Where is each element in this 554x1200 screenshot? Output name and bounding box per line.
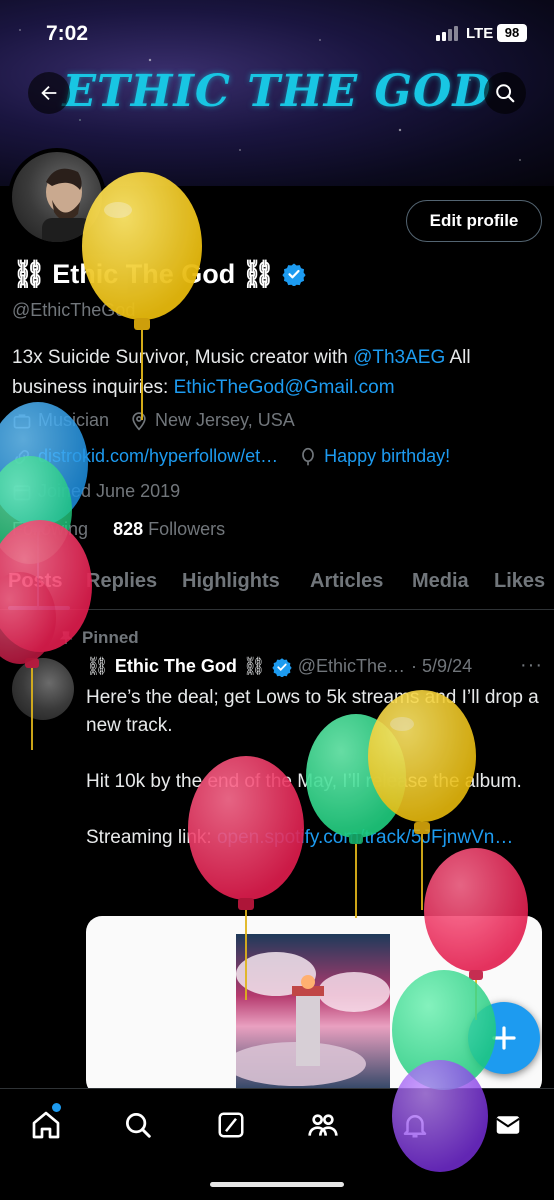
profile-links-row: distrokid.com/hyperfollow/et… Happy birt…: [12, 446, 450, 467]
home-indicator: [210, 1182, 344, 1187]
post-text: Here’s the deal; get Lows to 5k streams …: [86, 684, 541, 852]
nav-grok[interactable]: [211, 1105, 251, 1145]
battery-icon: 98: [497, 24, 527, 42]
nav-notifications[interactable]: [395, 1105, 435, 1145]
bell-icon: [403, 1115, 427, 1138]
calendar-icon: [13, 484, 31, 500]
bio-email-link[interactable]: EthicTheGod@Gmail.com: [174, 377, 395, 398]
bio-mention-link[interactable]: @Th3AEG: [353, 347, 445, 368]
tab-media[interactable]: Media: [412, 570, 469, 593]
post-author-name[interactable]: Ethic The God: [115, 656, 237, 677]
pin-icon: [59, 631, 73, 644]
name-symbol-icon: ⛓: [242, 656, 266, 676]
banner-brand-text: ETHIC THE GOD: [62, 66, 492, 117]
arrow-left-icon: [41, 85, 57, 101]
post-spotify-link[interactable]: open.spotify.com/track/5JFjnwVn…: [217, 827, 513, 848]
nav-home[interactable]: [26, 1105, 66, 1145]
balloon-icon: [302, 447, 314, 465]
profile-meta-row: Musician New Jersey, USA: [12, 410, 295, 431]
post-avatar[interactable]: [12, 658, 74, 720]
plus-icon: [492, 1026, 516, 1050]
home-icon: [32, 1111, 60, 1139]
birthday-link[interactable]: Happy birthday!: [324, 446, 450, 467]
follow-stats: Following 828 Followers: [12, 519, 225, 540]
tab-replies[interactable]: Replies: [86, 570, 157, 593]
status-bar: 7:02 LTE 98: [0, 0, 554, 64]
link-icon: [15, 449, 29, 464]
profile-handle: @EthicTheGod: [12, 300, 136, 320]
post-date: · 5/9/24: [411, 656, 473, 676]
post-header: ⛓ Ethic The God ⛓ @EthicThe… · 5/9/24: [86, 656, 472, 677]
profile-location: New Jersey, USA: [155, 410, 295, 430]
search-icon: [126, 1113, 151, 1138]
location-pin-icon: [132, 411, 146, 431]
nav-communities[interactable]: [303, 1105, 343, 1145]
nav-messages[interactable]: [488, 1105, 528, 1145]
network-label: LTE: [466, 25, 494, 42]
briefcase-icon: [13, 413, 31, 428]
back-button[interactable]: [28, 72, 70, 114]
profile-bio: 13x Suicide Survivor, Music creator with…: [12, 343, 542, 403]
verified-badge-icon: [272, 657, 292, 677]
compose-post-button[interactable]: [468, 1002, 540, 1074]
profile-website-link[interactable]: distrokid.com/hyperfollow/et…: [38, 446, 278, 467]
lighthouse-image: [226, 952, 390, 1086]
profile-category: Musician: [38, 410, 110, 430]
name-symbol-icon: ⛓: [86, 656, 109, 676]
active-tab-indicator: [8, 606, 70, 610]
communities-icon: [308, 1114, 338, 1136]
name-symbol-icon: ⛓: [12, 259, 47, 289]
album-artwork: [226, 934, 390, 1088]
status-time: 7:02: [46, 22, 89, 45]
verified-badge-icon: [281, 263, 306, 286]
pinned-label: Pinned: [58, 628, 139, 648]
tab-likes[interactable]: Likes: [494, 570, 545, 593]
bio-text: 13x Suicide Survivor, Music creator with: [12, 347, 354, 368]
envelope-icon: [496, 1116, 520, 1134]
more-options-button[interactable]: ···: [520, 654, 543, 677]
tab-highlights[interactable]: Highlights: [182, 570, 280, 593]
tab-articles[interactable]: Articles: [310, 570, 383, 593]
name-symbol-icon: ⛓: [241, 259, 276, 289]
profile-avatar[interactable]: [8, 148, 106, 246]
profile-name: ⛓ Ethic The God ⛓: [12, 258, 306, 290]
search-icon: [496, 84, 515, 103]
avatar-portrait: [42, 168, 92, 242]
post-author-handle[interactable]: @EthicThe…: [298, 656, 405, 677]
followers-count[interactable]: 828: [113, 519, 143, 539]
profile-name-text: Ethic The God: [52, 258, 236, 289]
tab-posts[interactable]: Posts: [8, 570, 62, 593]
nav-search[interactable]: [118, 1105, 158, 1145]
edit-profile-button[interactable]: Edit profile: [406, 200, 542, 242]
followers-link[interactable]: Followers: [148, 519, 225, 539]
following-link[interactable]: Following: [12, 519, 88, 539]
pinned-text: Pinned: [82, 628, 139, 647]
post-body: Here’s the deal; get Lows to 5k streams …: [86, 687, 539, 848]
post-media-card[interactable]: [86, 916, 542, 1096]
balloon-icon: [0, 456, 72, 564]
notification-dot: [52, 1103, 61, 1112]
profile-search-button[interactable]: [484, 72, 526, 114]
profile-joined: Joined June 2019: [38, 481, 181, 501]
signal-icon: [436, 26, 458, 41]
grok-icon: [218, 1112, 244, 1138]
profile-joined-row: Joined June 2019: [12, 481, 180, 502]
profile-tabs: Posts Replies Highlights Articles Media …: [0, 560, 554, 610]
